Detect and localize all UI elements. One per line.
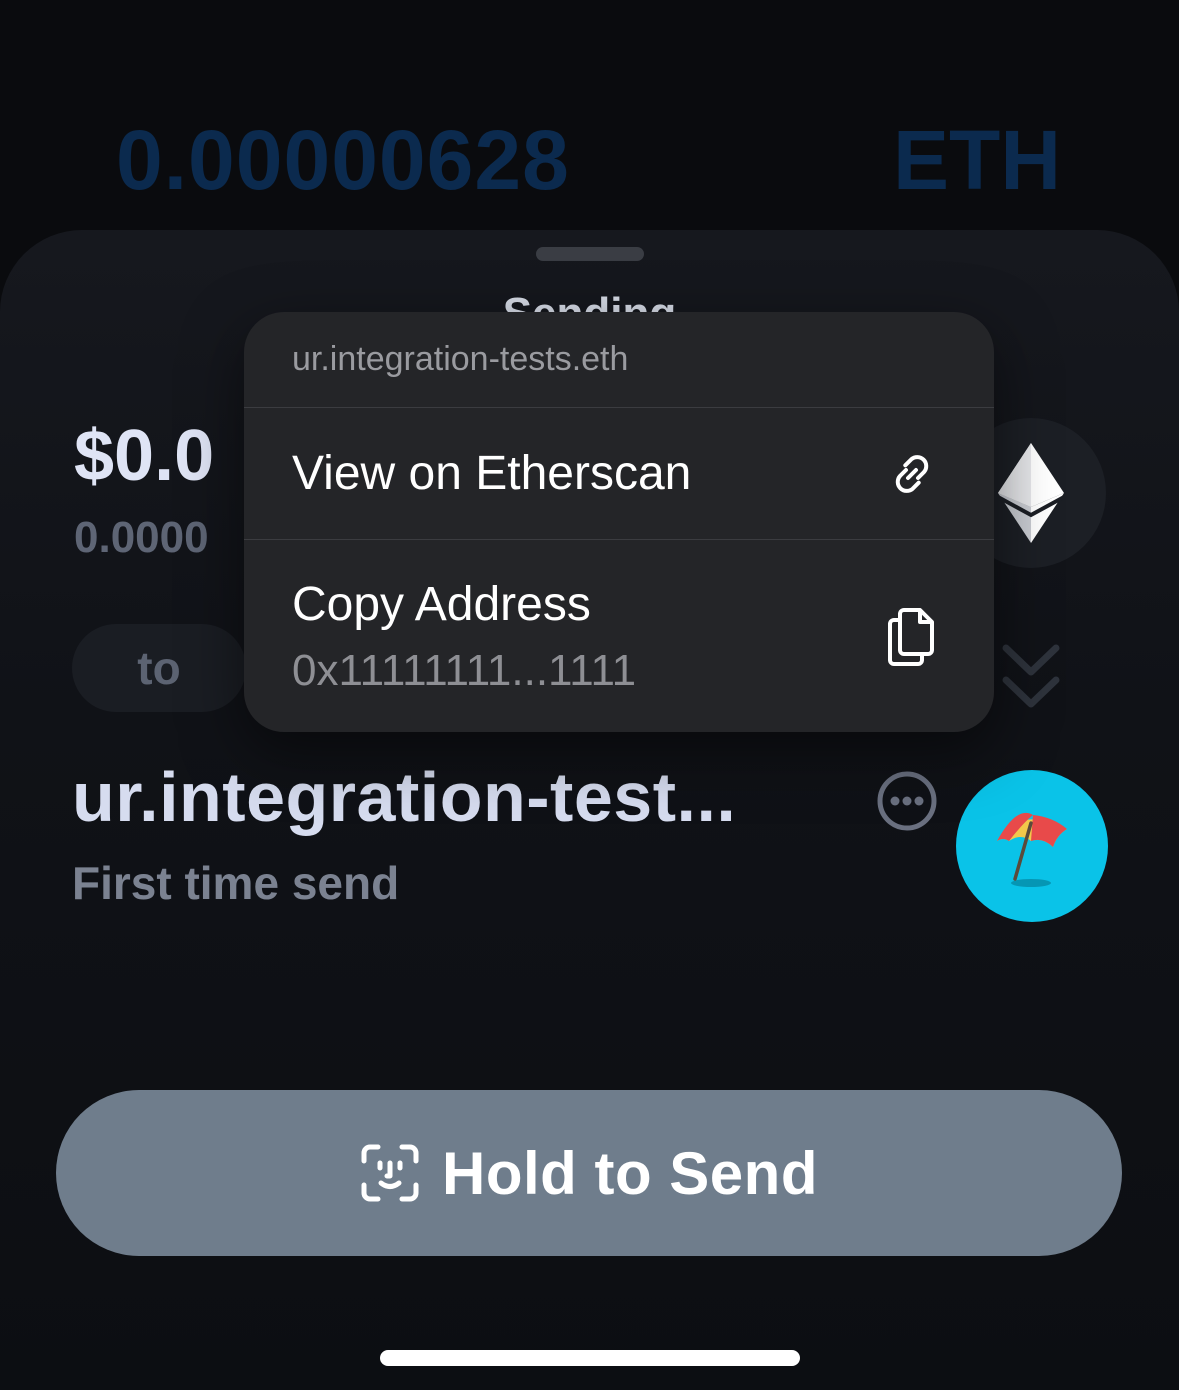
chevron-down-icon [1002,644,1060,708]
to-label-pill: to [72,624,246,712]
hold-to-send-button[interactable]: Hold to Send [56,1090,1122,1256]
background-symbol: ETH [893,113,1061,207]
link-icon [895,454,929,493]
copy-address-item[interactable]: Copy Address 0x11111111...1111 [244,540,994,732]
more-options-icon[interactable] [876,770,938,832]
recipient-avatar [956,770,1108,922]
copy-icon [888,608,934,666]
recipient-subtitle: First time send [72,857,400,909]
umbrella-icon [997,812,1067,887]
recipient-name: ur.integration-test... [72,758,737,836]
background-amount: 0.00000628 [116,113,570,207]
context-menu-header: ur.integration-tests.eth [244,312,994,408]
send-screen: 0.00000628 ETH Sending $0.0 0.0000 to ur… [0,0,1179,1390]
menu-item-label: View on Etherscan [292,447,692,500]
home-indicator[interactable] [380,1350,800,1366]
native-amount: 0.0000 [74,513,209,562]
menu-item-address: 0x11111111...1111 [292,645,637,695]
face-id-icon [361,1144,419,1202]
hold-to-send-label: Hold to Send [442,1139,818,1207]
sheet-grabber[interactable] [536,247,644,261]
view-on-etherscan-item[interactable]: View on Etherscan [244,408,994,540]
sheet-title: Sending [0,286,1179,312]
menu-item-label: Copy Address [292,577,591,631]
fiat-amount: $0.0 [74,416,215,496]
context-menu: ur.integration-tests.eth View on Ethersc… [244,312,994,732]
